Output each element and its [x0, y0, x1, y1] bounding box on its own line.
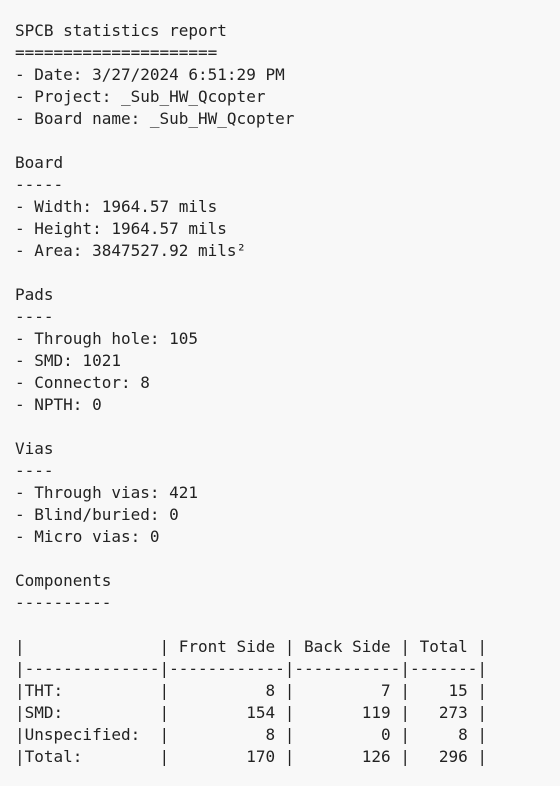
report-date: - Date: 3/27/2024 6:51:29 PM	[15, 65, 285, 84]
components-table-row-total: |Total: | 170 | 126 | 296 |	[15, 747, 488, 766]
vias-underline: ----	[15, 461, 54, 480]
report-board-name: - Board name: _Sub_HW_Qcopter	[15, 109, 295, 128]
board-height: - Height: 1964.57 mils	[15, 219, 227, 238]
statistics-report: SPCB statistics report =================…	[0, 0, 560, 768]
components-table-separator: |--------------|------------|-----------…	[15, 659, 488, 678]
board-area: - Area: 3847527.92 mils²	[15, 241, 247, 260]
pads-smd: - SMD: 1021	[15, 351, 121, 370]
vias-through: - Through vias: 421	[15, 483, 199, 502]
pads-npth: - NPTH: 0	[15, 395, 102, 414]
pads-connector: - Connector: 8	[15, 373, 150, 392]
components-table-row-unspecified: |Unspecified: | 8 | 0 | 8 |	[15, 725, 488, 744]
board-underline: -----	[15, 175, 64, 194]
components-table-row-smd: |SMD: | 154 | 119 | 273 |	[15, 703, 488, 722]
board-heading: Board	[15, 153, 64, 172]
pads-underline: ----	[15, 307, 54, 326]
vias-heading: Vias	[15, 439, 54, 458]
vias-micro: - Micro vias: 0	[15, 527, 160, 546]
components-underline: ----------	[15, 593, 112, 612]
report-project: - Project: _Sub_HW_Qcopter	[15, 87, 266, 106]
board-width: - Width: 1964.57 mils	[15, 197, 218, 216]
vias-blind-buried: - Blind/buried: 0	[15, 505, 179, 524]
components-table-header: | | Front Side | Back Side | Total |	[15, 637, 488, 656]
components-table-row-tht: |THT: | 8 | 7 | 15 |	[15, 681, 488, 700]
title-underline: =====================	[15, 43, 218, 62]
pads-heading: Pads	[15, 285, 54, 304]
pads-through-hole: - Through hole: 105	[15, 329, 199, 348]
report-title: SPCB statistics report	[15, 21, 227, 40]
components-heading: Components	[15, 571, 112, 590]
